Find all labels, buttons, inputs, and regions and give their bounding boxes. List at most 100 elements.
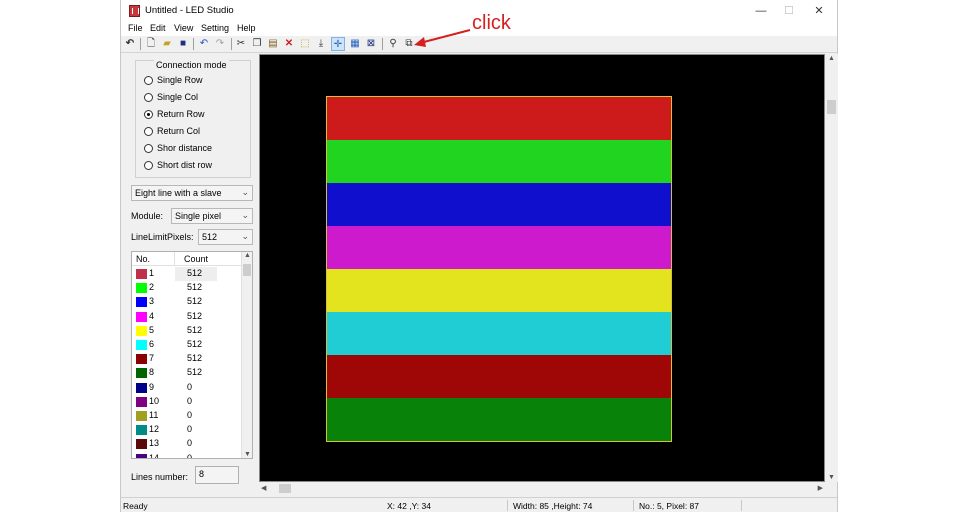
row-number: 11 — [149, 410, 159, 420]
menu-help[interactable]: Help — [237, 23, 256, 33]
list-item[interactable]: 13 0 — [132, 437, 242, 451]
line-limit-label: LineLimitPixels: — [131, 232, 194, 242]
menu-file[interactable]: File — [128, 23, 143, 33]
module-select[interactable]: Single pixel ⌄ — [171, 208, 253, 224]
led-band-lines — [327, 398, 671, 441]
grid-icon[interactable]: ▦ — [348, 37, 362, 51]
download-icon[interactable]: ⤓ — [314, 37, 328, 51]
list-item[interactable]: 6 512 — [132, 338, 242, 352]
scroll-down-icon[interactable]: ▼ — [828, 474, 835, 481]
chevron-down-icon: ⌄ — [241, 231, 249, 241]
color-swatch — [136, 368, 147, 379]
row-number: 10 — [149, 395, 160, 406]
undo-icon[interactable]: ↶ — [123, 37, 137, 51]
menu-setting[interactable]: Setting — [201, 23, 229, 33]
list-item[interactable]: 12 0 — [132, 423, 242, 437]
line-limit-select[interactable]: 512 ⌄ — [198, 229, 253, 245]
lines-number-value: 8 — [199, 469, 205, 479]
line-limit-value: 512 — [202, 232, 218, 242]
row-count: 512 — [187, 310, 203, 321]
find-icon[interactable]: ⚲ — [386, 37, 400, 51]
maximize-button[interactable]: ☐ — [775, 2, 803, 20]
led-canvas[interactable] — [259, 54, 825, 482]
list-item[interactable]: 3 512 — [132, 295, 242, 309]
list-item[interactable]: 5 512 — [132, 324, 242, 338]
delete-icon[interactable]: ✕ — [282, 37, 296, 51]
redo-arrow-icon[interactable]: ↷ — [213, 37, 227, 51]
column-header-count[interactable]: Count — [184, 254, 208, 264]
scroll-thumb[interactable] — [243, 264, 251, 276]
row-count: 512 — [187, 339, 203, 349]
canvas-horizontal-scrollbar[interactable]: ◀ ▶ — [259, 482, 825, 495]
cut-icon[interactable]: ✂ — [234, 37, 248, 51]
scroll-right-icon[interactable]: ▶ — [818, 484, 823, 492]
toolbar: ↶ 🗋 ▰ ■ ↶ ↷ ✂ ❐ ▤ ✕ ⬚ ⤓ ✛ ▦ ⊠ ⚲ ⧉ — [121, 36, 837, 53]
app-window: Untitled - LED Studio — ☐ ✕ File Edit Vi… — [120, 0, 838, 512]
led-band-lines — [327, 226, 671, 269]
radio-button[interactable] — [144, 127, 153, 136]
row-number: 13 — [149, 438, 160, 449]
list-item[interactable]: 14 0 — [132, 452, 242, 459]
radio-button[interactable] — [144, 144, 153, 153]
list-item[interactable]: 4 512 — [132, 310, 242, 324]
list-item[interactable]: 8 512 — [132, 366, 242, 380]
canvas-vertical-scrollbar[interactable]: ▲ ▼ — [825, 54, 838, 482]
port-list[interactable]: No. Count 1 512 2 512 3 512 4 512 5 512 6 512 7 512 8 5… — [131, 251, 253, 459]
box-icon[interactable]: ⊠ — [364, 37, 378, 51]
copy-icon[interactable]: ❐ — [250, 37, 264, 51]
list-item[interactable]: 7 512 — [132, 352, 242, 366]
minimize-button[interactable]: — — [747, 2, 775, 20]
color-swatch — [136, 269, 147, 279]
scroll-left-icon[interactable]: ◀ — [261, 484, 266, 492]
menu-edit[interactable]: Edit — [150, 23, 166, 33]
radio-button-checked[interactable] — [144, 110, 153, 119]
crosshair-icon[interactable]: ✛ — [331, 37, 345, 51]
new-file-icon[interactable]: 🗋 — [144, 37, 158, 51]
save-icon[interactable]: ■ — [176, 37, 190, 51]
scroll-thumb[interactable] — [827, 100, 836, 114]
row-number: 14 — [149, 452, 160, 459]
color-swatch — [136, 297, 147, 308]
led-band — [327, 398, 671, 441]
row-count: 512 — [187, 296, 203, 307]
list-item[interactable]: 90 — [132, 381, 242, 395]
list-scrollbar[interactable]: ▲ ▼ — [241, 252, 252, 458]
radio-label: Shor distance — [157, 143, 213, 153]
list-item[interactable]: 11 0 — [132, 409, 242, 423]
list-header: No. Count — [132, 252, 242, 266]
led-band — [327, 183, 671, 226]
column-header-no[interactable]: No. — [136, 254, 150, 264]
list-item[interactable]: 10 0 — [132, 395, 242, 409]
scroll-up-icon[interactable]: ▲ — [242, 252, 252, 259]
color-swatch — [136, 411, 147, 421]
color-swatch — [136, 382, 147, 393]
radio-button[interactable] — [144, 93, 153, 102]
lines-number-input[interactable]: 8 — [195, 466, 239, 484]
scroll-down-icon[interactable]: ▼ — [242, 451, 252, 458]
color-swatch — [136, 311, 147, 322]
toolbar-separator — [231, 38, 232, 50]
connection-mode-group: Connection mode Single Row Single Col Re… — [135, 60, 251, 178]
status-divider — [507, 500, 508, 511]
close-button[interactable]: ✕ — [805, 2, 833, 20]
led-matrix[interactable] — [326, 96, 672, 442]
open-folder-icon[interactable]: ▰ — [160, 37, 174, 51]
row-count: 512 — [187, 324, 203, 335]
menu-view[interactable]: View — [174, 23, 193, 33]
column-divider — [174, 252, 175, 266]
undo-arrow-icon[interactable]: ↶ — [197, 37, 211, 51]
list-item[interactable]: 2 512 — [132, 281, 242, 295]
select-icon[interactable]: ⬚ — [298, 37, 312, 51]
row-count: 0 — [187, 438, 193, 449]
radio-button[interactable] — [144, 76, 153, 85]
scroll-up-icon[interactable]: ▲ — [828, 55, 835, 62]
scroll-thumb[interactable] — [279, 484, 291, 493]
mode-select[interactable]: Eight line with a slave ⌄ — [131, 185, 253, 201]
color-swatch — [136, 283, 147, 294]
row-number: 1 — [149, 268, 155, 278]
row-count: 512 — [187, 268, 203, 278]
status-size: Width: 85 ,Height: 74 — [513, 501, 593, 511]
radio-button[interactable] — [144, 161, 153, 170]
paste-icon[interactable]: ▤ — [266, 37, 280, 51]
list-item[interactable]: 1 512 — [132, 267, 242, 281]
